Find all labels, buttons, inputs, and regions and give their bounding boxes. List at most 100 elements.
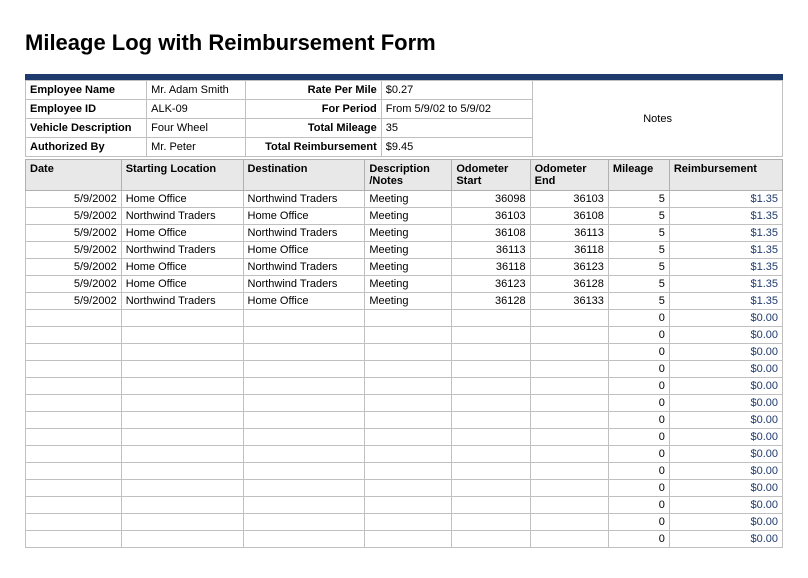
cell-destination[interactable] (243, 497, 365, 514)
cell-description[interactable] (365, 344, 452, 361)
cell-description[interactable]: Meeting (365, 259, 452, 276)
col-odometer-start[interactable]: Odometer Start (452, 160, 530, 191)
cell-odometer-end[interactable]: 36118 (530, 242, 608, 259)
cell-reimbursement[interactable]: $1.35 (669, 208, 782, 225)
cell-mileage[interactable]: 0 (608, 412, 669, 429)
cell-description[interactable]: Meeting (365, 242, 452, 259)
cell-mileage[interactable]: 5 (608, 276, 669, 293)
cell-starting-location[interactable] (121, 463, 243, 480)
cell-date[interactable] (26, 446, 122, 463)
cell-odometer-end[interactable] (530, 378, 608, 395)
cell-odometer-start[interactable]: 36113 (452, 242, 530, 259)
value-authorized-by[interactable]: Mr. Peter (147, 138, 245, 157)
cell-odometer-end[interactable]: 36133 (530, 293, 608, 310)
cell-reimbursement[interactable]: $0.00 (669, 327, 782, 344)
cell-starting-location[interactable] (121, 497, 243, 514)
cell-date[interactable]: 5/9/2002 (26, 242, 122, 259)
cell-date[interactable] (26, 514, 122, 531)
cell-odometer-end[interactable] (530, 531, 608, 548)
cell-reimbursement[interactable]: $0.00 (669, 497, 782, 514)
cell-description[interactable] (365, 395, 452, 412)
cell-date[interactable] (26, 531, 122, 548)
cell-reimbursement[interactable]: $0.00 (669, 378, 782, 395)
cell-starting-location[interactable] (121, 378, 243, 395)
cell-description[interactable] (365, 446, 452, 463)
cell-date[interactable] (26, 378, 122, 395)
value-vehicle-description[interactable]: Four Wheel (147, 119, 245, 138)
cell-reimbursement[interactable]: $1.35 (669, 276, 782, 293)
cell-destination[interactable] (243, 395, 365, 412)
cell-description[interactable]: Meeting (365, 225, 452, 242)
cell-description[interactable] (365, 463, 452, 480)
cell-odometer-start[interactable] (452, 463, 530, 480)
cell-destination[interactable] (243, 531, 365, 548)
cell-description[interactable] (365, 514, 452, 531)
col-destination[interactable]: Destination (243, 160, 365, 191)
cell-reimbursement[interactable]: $0.00 (669, 429, 782, 446)
cell-odometer-start[interactable] (452, 395, 530, 412)
cell-odometer-start[interactable] (452, 429, 530, 446)
cell-mileage[interactable]: 0 (608, 531, 669, 548)
cell-description[interactable] (365, 327, 452, 344)
cell-mileage[interactable]: 0 (608, 497, 669, 514)
cell-mileage[interactable]: 5 (608, 293, 669, 310)
cell-destination[interactable] (243, 463, 365, 480)
cell-odometer-start[interactable] (452, 497, 530, 514)
cell-destination[interactable]: Home Office (243, 208, 365, 225)
cell-date[interactable] (26, 395, 122, 412)
cell-starting-location[interactable]: Home Office (121, 191, 243, 208)
value-employee-name[interactable]: Mr. Adam Smith (147, 81, 245, 100)
cell-odometer-start[interactable] (452, 446, 530, 463)
cell-odometer-start[interactable]: 36108 (452, 225, 530, 242)
cell-odometer-end[interactable] (530, 446, 608, 463)
cell-destination[interactable] (243, 361, 365, 378)
cell-description[interactable] (365, 480, 452, 497)
cell-mileage[interactable]: 5 (608, 259, 669, 276)
value-rate-per-mile[interactable]: $0.27 (381, 81, 532, 100)
cell-odometer-end[interactable]: 36103 (530, 191, 608, 208)
cell-mileage[interactable]: 0 (608, 344, 669, 361)
cell-odometer-end[interactable]: 36113 (530, 225, 608, 242)
cell-odometer-end[interactable] (530, 395, 608, 412)
cell-date[interactable]: 5/9/2002 (26, 259, 122, 276)
col-mileage[interactable]: Mileage (608, 160, 669, 191)
cell-mileage[interactable]: 0 (608, 327, 669, 344)
cell-odometer-end[interactable]: 36123 (530, 259, 608, 276)
cell-mileage[interactable]: 0 (608, 395, 669, 412)
cell-odometer-end[interactable] (530, 514, 608, 531)
cell-reimbursement[interactable]: $0.00 (669, 446, 782, 463)
cell-reimbursement[interactable]: $0.00 (669, 463, 782, 480)
cell-description[interactable] (365, 412, 452, 429)
cell-reimbursement[interactable]: $0.00 (669, 514, 782, 531)
cell-mileage[interactable]: 5 (608, 208, 669, 225)
cell-starting-location[interactable] (121, 327, 243, 344)
cell-destination[interactable] (243, 412, 365, 429)
cell-date[interactable] (26, 497, 122, 514)
cell-starting-location[interactable]: Home Office (121, 259, 243, 276)
cell-date[interactable] (26, 480, 122, 497)
cell-date[interactable]: 5/9/2002 (26, 191, 122, 208)
cell-destination[interactable] (243, 378, 365, 395)
cell-mileage[interactable]: 5 (608, 191, 669, 208)
cell-date[interactable]: 5/9/2002 (26, 225, 122, 242)
cell-description[interactable] (365, 310, 452, 327)
cell-destination[interactable]: Northwind Traders (243, 276, 365, 293)
cell-odometer-start[interactable] (452, 378, 530, 395)
cell-description[interactable] (365, 497, 452, 514)
cell-reimbursement[interactable]: $1.35 (669, 293, 782, 310)
cell-mileage[interactable]: 0 (608, 361, 669, 378)
cell-starting-location[interactable] (121, 395, 243, 412)
col-odometer-end[interactable]: Odometer End (530, 160, 608, 191)
cell-destination[interactable]: Northwind Traders (243, 259, 365, 276)
cell-starting-location[interactable] (121, 531, 243, 548)
cell-reimbursement[interactable]: $1.35 (669, 242, 782, 259)
cell-odometer-start[interactable] (452, 412, 530, 429)
cell-odometer-end[interactable]: 36128 (530, 276, 608, 293)
cell-mileage[interactable]: 0 (608, 429, 669, 446)
value-for-period[interactable]: From 5/9/02 to 5/9/02 (381, 100, 532, 119)
cell-date[interactable]: 5/9/2002 (26, 208, 122, 225)
cell-starting-location[interactable]: Northwind Traders (121, 208, 243, 225)
cell-description[interactable]: Meeting (365, 191, 452, 208)
cell-description[interactable] (365, 531, 452, 548)
cell-destination[interactable] (243, 310, 365, 327)
